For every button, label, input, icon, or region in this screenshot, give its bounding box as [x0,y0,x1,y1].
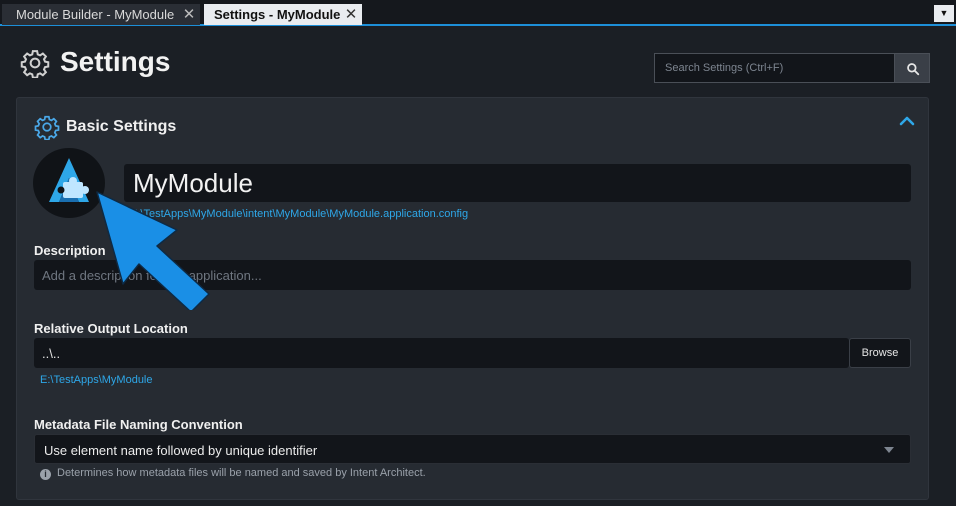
gear-icon [34,115,60,140]
tab-list-dropdown-icon[interactable]: ▼ [934,5,954,22]
tab-label: Module Builder - MyModule [16,7,175,22]
search-input[interactable] [654,53,894,83]
output-location-input[interactable] [34,338,849,368]
select-value: Use element name followed by unique iden… [44,443,318,458]
section-title: Basic Settings [66,118,177,135]
app-name-input[interactable] [124,164,911,202]
tab-settings[interactable]: Settings - MyModule ✕ [204,4,362,25]
output-location-label: Relative Output Location [34,321,188,336]
gear-icon [20,50,50,78]
chevron-down-icon [884,447,894,453]
search-icon [907,63,920,76]
chevron-up-icon[interactable] [898,114,916,128]
close-icon[interactable]: ✕ [182,4,196,25]
tab-module-builder[interactable]: Module Builder - MyModule ✕ [2,4,200,25]
output-path-link[interactable]: E:\TestApps\MyModule [40,374,153,386]
close-icon[interactable]: ✕ [344,4,358,25]
metadata-hint: i Determines how metadata files will be n… [40,467,426,480]
browse-button[interactable]: Browse [849,338,911,368]
metadata-naming-select[interactable]: Use element name followed by unique iden… [34,434,911,464]
tab-bar: Module Builder - MyModule ✕ Settings - M… [0,0,956,26]
search-button[interactable] [894,53,930,83]
page-title: Settings [60,46,171,77]
info-icon: i [40,469,51,480]
hint-text: Determines how metadata files will be na… [57,467,426,479]
search-box [654,53,930,83]
metadata-naming-label: Metadata File Naming Convention [34,417,243,432]
tab-label: Settings - MyModule [214,7,341,22]
annotation-arrow [96,191,210,310]
